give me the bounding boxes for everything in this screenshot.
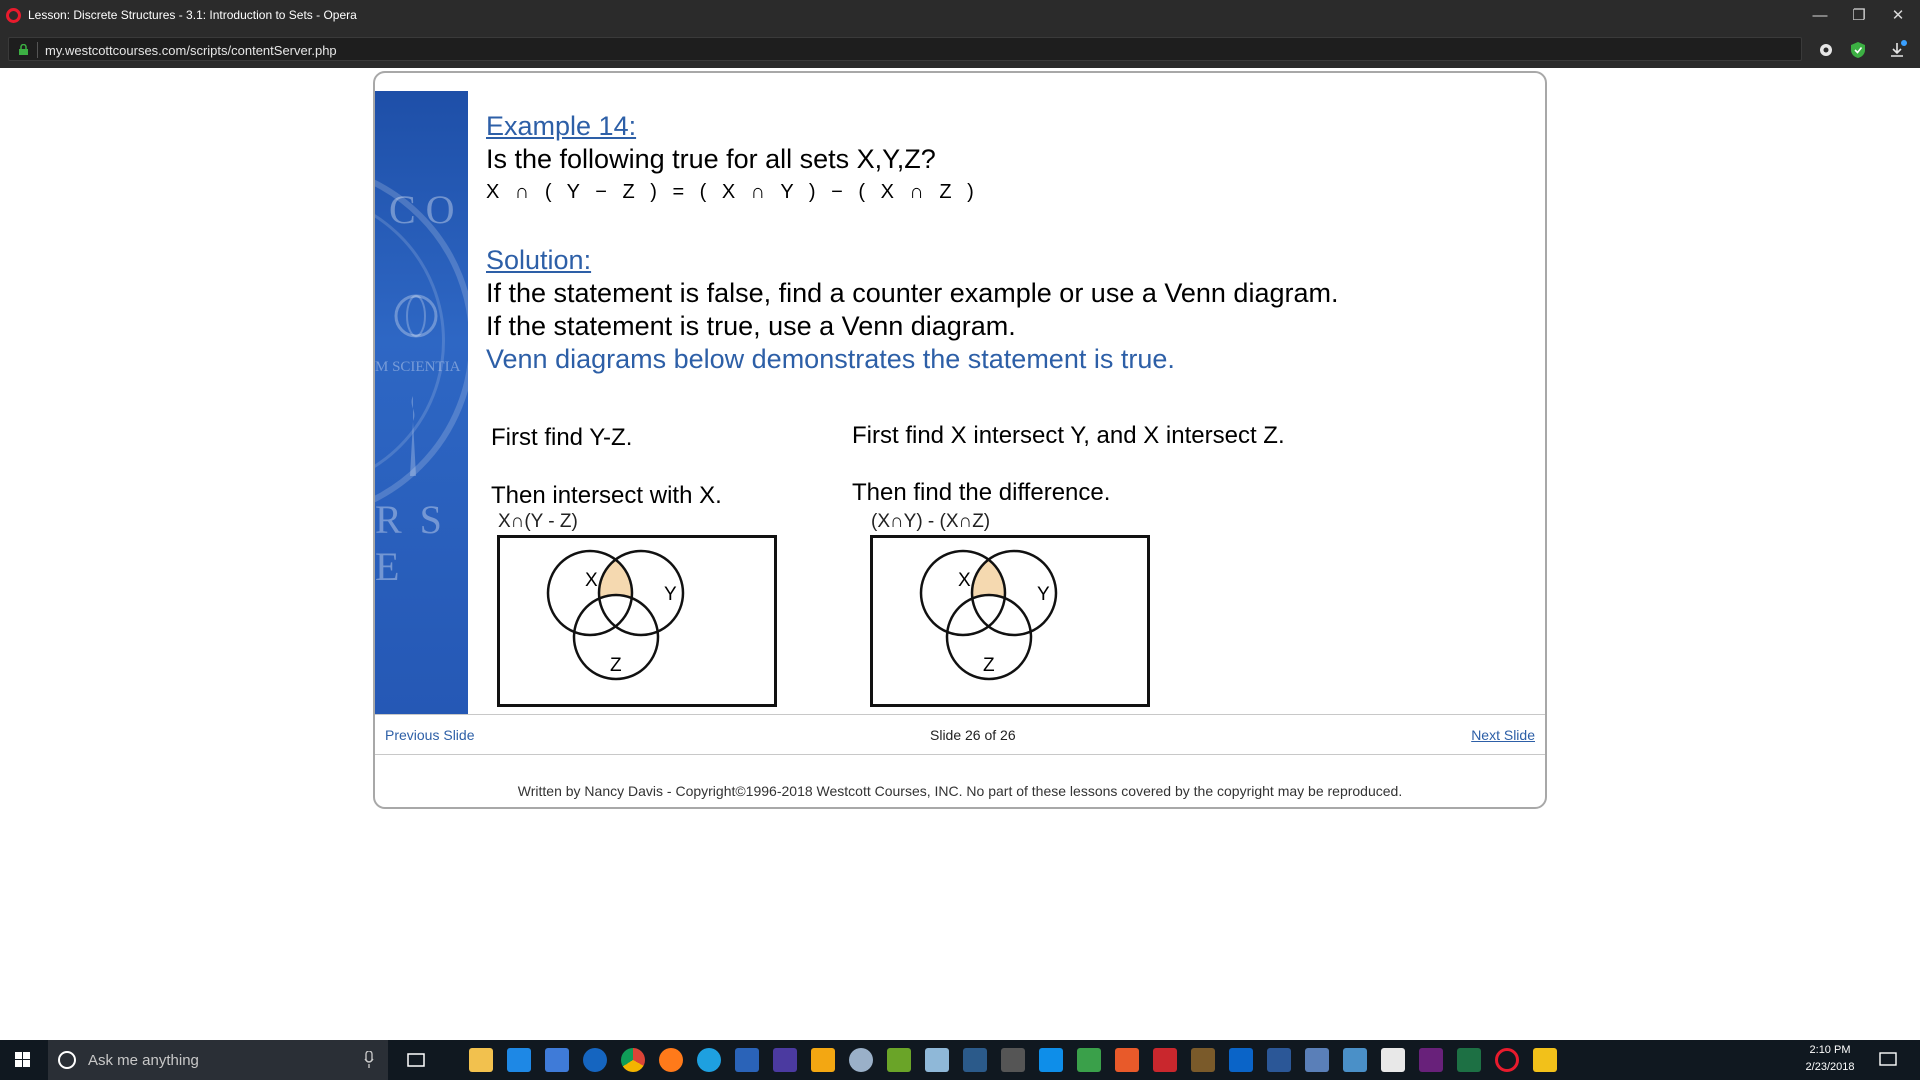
globe-icon — [394, 294, 438, 338]
chrome-icon[interactable] — [621, 1048, 645, 1072]
set-formula: X ∩ ( Y − Z ) = ( X ∩ Y ) − ( X ∩ Z ) — [486, 181, 979, 203]
paint-icon[interactable] — [849, 1048, 873, 1072]
visual-studio-icon[interactable] — [1419, 1048, 1443, 1072]
windows-taskbar: Ask me anything 2:10 PM 2/23/2018 — [0, 1040, 1920, 1080]
dp-icon[interactable] — [773, 1048, 797, 1072]
previous-slide-link[interactable]: Previous Slide — [385, 727, 475, 743]
media-icon[interactable] — [1191, 1048, 1215, 1072]
edge-icon[interactable] — [583, 1048, 607, 1072]
window-title: Lesson: Discrete Structures - 3.1: Intro… — [28, 8, 357, 22]
excel-icon[interactable] — [1457, 1048, 1481, 1072]
shield-icon[interactable] — [1847, 39, 1869, 61]
cortana-icon — [58, 1051, 76, 1069]
lock-icon — [19, 44, 28, 55]
lambda-icon[interactable] — [887, 1048, 911, 1072]
tray-date[interactable]: 2/23/2018 — [1795, 1061, 1865, 1073]
windows-start-icon[interactable] — [0, 1040, 46, 1080]
sticky-icon[interactable] — [1533, 1048, 1557, 1072]
cortana-search-placeholder: Ask me anything — [88, 1052, 199, 1069]
left-step-2: Then intersect with X. — [491, 482, 722, 509]
url-separator — [37, 42, 38, 58]
solution-line-3: Venn diagrams below demonstrates the sta… — [486, 344, 1175, 374]
action-center-icon[interactable] — [1878, 1050, 1898, 1070]
favorites-star-icon[interactable] — [811, 1048, 835, 1072]
slide-sidebar-banner: C O M SCIENTIA R S E — [375, 91, 468, 714]
mail-icon[interactable] — [1381, 1048, 1405, 1072]
right-venn-caption: (X∩Y) - (X∩Z) — [871, 511, 991, 532]
address-bar: my.westcottcourses.com/scripts/contentSe… — [0, 31, 1920, 68]
download-icon[interactable] — [1886, 39, 1908, 61]
next-slide-link[interactable]: Next Slide — [1471, 727, 1535, 743]
settings-gear-icon[interactable] — [1815, 39, 1837, 61]
teamviewer-icon[interactable] — [1039, 1048, 1063, 1072]
slide-navigation-bar: Previous Slide Slide 26 of 26 Next Slide — [375, 714, 1545, 755]
cortana-search-box[interactable]: Ask me anything — [48, 1040, 388, 1080]
example-question: Is the following true for all sets X,Y,Z… — [486, 144, 936, 174]
left-label-y: Y — [664, 584, 677, 605]
window-title-bar: Lesson: Discrete Structures - 3.1: Intro… — [0, 0, 1920, 31]
right-venn-svg: X Y Z — [919, 549, 1058, 681]
right-label-z: Z — [983, 655, 995, 676]
task-view-icon[interactable] — [404, 1048, 428, 1072]
left-label-x: X — [585, 570, 598, 591]
word-icon[interactable] — [1267, 1048, 1291, 1072]
microphone-icon[interactable] — [364, 1051, 374, 1068]
solution-line-2: If the statement is true, use a Venn dia… — [486, 311, 1016, 341]
right-label-y: Y — [1037, 584, 1050, 605]
remote-desktop-icon[interactable] — [1343, 1048, 1367, 1072]
url-field[interactable]: my.westcottcourses.com/scripts/contentSe… — [8, 37, 1802, 61]
seal-text-top: C O — [389, 187, 455, 232]
seal-text-middle: M SCIENTIA — [375, 359, 461, 375]
store-icon[interactable] — [507, 1048, 531, 1072]
url-text[interactable]: my.westcottcourses.com/scripts/contentSe… — [45, 43, 337, 58]
solution-heading: Solution: — [486, 245, 592, 275]
ie-icon[interactable] — [697, 1048, 721, 1072]
file-explorer-icon[interactable] — [469, 1048, 493, 1072]
slide-counter: Slide 26 of 26 — [930, 727, 1016, 743]
filezilla-icon[interactable] — [1153, 1048, 1177, 1072]
left-venn-svg: X Y Z — [546, 549, 685, 681]
camtasia-icon[interactable] — [1077, 1048, 1101, 1072]
firefox-icon[interactable] — [659, 1048, 683, 1072]
left-venn-caption: X∩(Y - Z) — [498, 511, 578, 532]
seal-text-bottom: R S E — [375, 497, 446, 589]
powershell-icon[interactable] — [735, 1048, 759, 1072]
xamarin-icon[interactable] — [545, 1048, 569, 1072]
solution-line-1: If the statement is false, find a counte… — [486, 278, 1339, 308]
opera-icon[interactable] — [1495, 1048, 1519, 1072]
opera-logo-icon — [6, 8, 21, 23]
right-step-2: Then find the difference. — [852, 479, 1111, 506]
torch-icon — [410, 396, 416, 476]
minimize-button[interactable]: — — [1801, 0, 1839, 31]
left-venn-diagram: X Y Z — [497, 535, 777, 707]
left-step-1: First find Y-Z. — [491, 424, 633, 451]
copyright-footer: Written by Nancy Davis - Copyright©1996-… — [517, 783, 1403, 799]
right-label-x: X — [958, 570, 971, 591]
example-heading: Example 14: — [486, 111, 637, 141]
right-step-1: First find X intersect Y, and X intersec… — [852, 422, 1285, 449]
restore-button[interactable]: ❐ — [1840, 0, 1878, 31]
tray-time[interactable]: 2:10 PM — [1795, 1044, 1865, 1056]
calculator-icon[interactable] — [1001, 1048, 1025, 1072]
close-button[interactable]: ✕ — [1879, 0, 1917, 31]
puzzle-icon[interactable] — [1115, 1048, 1139, 1072]
network-icon[interactable] — [963, 1048, 987, 1072]
left-label-z: Z — [610, 655, 622, 676]
outlook-icon[interactable] — [1229, 1048, 1253, 1072]
network-share-icon[interactable] — [1305, 1048, 1329, 1072]
right-venn-diagram: X Y Z — [870, 535, 1150, 707]
notes-icon[interactable] — [925, 1048, 949, 1072]
slide-content: C O M SCIENTIA R S E Example 14: Is the … — [375, 91, 1545, 714]
